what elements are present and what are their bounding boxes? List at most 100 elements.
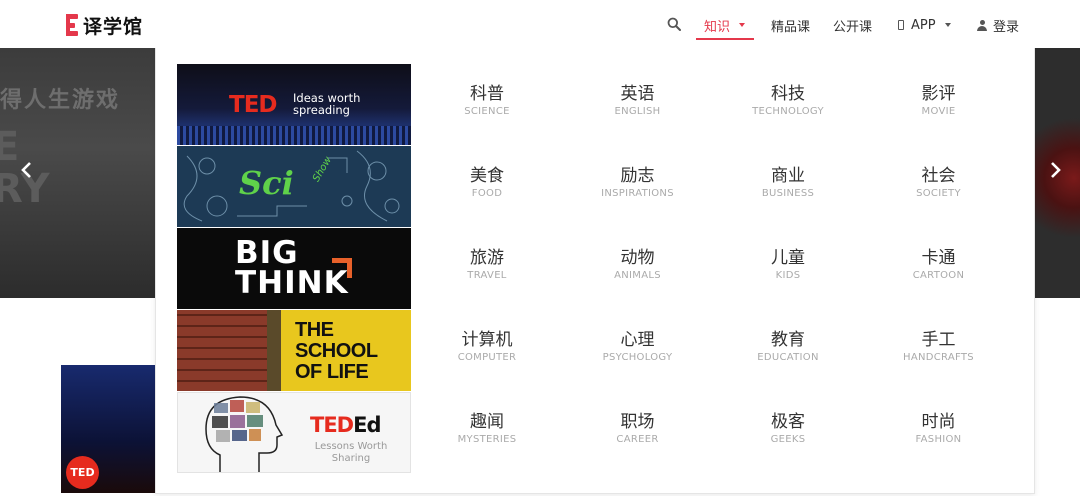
category-geeks[interactable]: 极客 GEEKS	[713, 392, 863, 474]
nav-item-login[interactable]: 登录	[977, 16, 1020, 35]
category-fashion[interactable]: 时尚 FASHION	[864, 392, 1014, 474]
category-name-en: EDUCATION	[757, 352, 819, 363]
category-name-en: HANDCRAFTS	[903, 352, 974, 363]
category-society[interactable]: 社会 SOCIETY	[864, 146, 1014, 228]
category-name-en: ENGLISH	[614, 106, 661, 117]
category-name-en: TECHNOLOGY	[752, 106, 824, 117]
school-of-life-logo: THE SCHOOL OF LIFE	[295, 319, 378, 383]
audience-image	[177, 126, 411, 145]
pole-image	[267, 310, 281, 391]
logo-mark-icon	[66, 14, 78, 36]
category-kids[interactable]: 儿童 KIDS	[713, 228, 863, 310]
category-psychology[interactable]: 心理 PSYCHOLOGY	[563, 310, 713, 392]
nav-item-label: APP	[911, 17, 936, 33]
category-name-en: KIDS	[775, 270, 801, 281]
carousel-slide-caption: 得人生游戏	[0, 88, 121, 113]
category-name-en: CARTOON	[912, 270, 965, 281]
channel-list: TED Ideas worth spreading Sci Show BIG T…	[177, 64, 411, 474]
category-name-zh: 商业	[771, 166, 805, 186]
category-mysteries[interactable]: 趣闻 MYSTERIES	[412, 392, 562, 474]
nav-item-label: 知识	[704, 19, 731, 35]
circuit-doodle-icon	[183, 150, 400, 222]
category-name-en: SOCIETY	[916, 188, 961, 199]
category-name-zh: 美食	[470, 166, 504, 186]
channel-bigthink[interactable]: BIG THINK	[177, 228, 411, 309]
nav-item-premium-courses[interactable]: 精品课	[771, 16, 811, 35]
brick-wall-image	[177, 310, 267, 391]
category-name-zh: 教育	[771, 330, 805, 350]
category-name-zh: 计算机	[461, 330, 513, 350]
knowledge-dropdown-menu: TED Ideas worth spreading Sci Show BIG T…	[155, 42, 1035, 494]
scishow-logo: Sci	[239, 164, 294, 202]
category-name-zh: 心理	[620, 330, 655, 350]
category-food[interactable]: 美食 FOOD	[412, 146, 562, 228]
category-name-en: BUSINESS	[761, 188, 815, 199]
ted-badge: TED	[66, 456, 99, 489]
nav-item-knowledge[interactable]: 知识	[704, 16, 746, 35]
category-technology[interactable]: 科技 TECHNOLOGY	[713, 64, 863, 146]
category-animals[interactable]: 动物 ANIMALS	[563, 228, 713, 310]
channel-ted[interactable]: TED Ideas worth spreading	[177, 64, 411, 145]
category-career[interactable]: 职场 CAREER	[563, 392, 713, 474]
nav-item-label: 公开课	[833, 19, 873, 35]
category-grid: 科普 SCIENCE 英语 ENGLISH 科技 TECHNOLOGY 影评 MOVIE 美食 F…	[412, 64, 1016, 474]
category-education[interactable]: 教育 EDUCATION	[713, 310, 863, 392]
category-movie[interactable]: 影评 MOVIE	[864, 64, 1014, 146]
category-name-zh: 手工	[921, 330, 956, 350]
category-english[interactable]: 英语 ENGLISH	[563, 64, 713, 146]
search-icon[interactable]	[667, 16, 681, 31]
category-name-en: FOOD	[471, 188, 503, 199]
category-computer[interactable]: 计算机 COMPUTER	[412, 310, 562, 392]
channel-ted-ed[interactable]: TEDEd Lessons Worth Sharing	[177, 392, 411, 473]
nav-item-open-courses[interactable]: 公开课	[833, 16, 873, 35]
category-travel[interactable]: 旅游 TRAVEL	[412, 228, 562, 310]
category-name-zh: 影评	[921, 84, 956, 104]
category-name-en: PSYCHOLOGY	[602, 352, 673, 363]
category-name-en: MOVIE	[921, 106, 956, 117]
category-business[interactable]: 商业 BUSINESS	[713, 146, 863, 228]
category-name-zh: 科技	[771, 84, 805, 104]
category-inspirations[interactable]: 励志 INSPIRATIONS	[563, 146, 713, 228]
channel-school-of-life[interactable]: THE SCHOOL OF LIFE	[177, 310, 411, 391]
site-logo[interactable]: 译学馆	[66, 13, 144, 38]
category-name-zh: 社会	[921, 166, 956, 186]
category-name-zh: 趣闻	[470, 412, 504, 432]
caret-down-icon	[944, 23, 951, 27]
category-name-zh: 时尚	[921, 412, 956, 432]
category-name-zh: 科普	[470, 84, 504, 104]
category-name-en: GEEKS	[770, 434, 806, 445]
category-name-en: INSPIRATIONS	[601, 188, 674, 199]
category-name-zh: 动物	[620, 248, 655, 268]
ted-ed-tagline: Lessons Worth Sharing	[314, 441, 388, 464]
category-cartoon[interactable]: 卡通 CARTOON	[864, 228, 1014, 310]
category-name-en: FASHION	[915, 434, 962, 445]
ted-tagline: Ideas worth spreading	[293, 91, 361, 117]
category-name-en: CAREER	[616, 434, 659, 445]
video-thumbnail[interactable]: TED	[61, 365, 155, 493]
caret-down-icon	[739, 23, 746, 27]
category-name-en: TRAVEL	[467, 270, 507, 281]
nav-item-app[interactable]: APP	[898, 16, 951, 34]
ted-ed-logo: TEDEd	[310, 413, 382, 437]
category-name-en: COMPUTER	[457, 352, 517, 363]
nav-item-label: 登录	[993, 19, 1020, 35]
nav-active-indicator	[696, 38, 754, 40]
category-name-zh: 儿童	[771, 248, 805, 268]
category-name-zh: 旅游	[470, 248, 504, 268]
arrow-corner-icon	[332, 258, 352, 278]
carousel-prev-button[interactable]	[19, 160, 33, 180]
category-name-en: MYSTERIES	[457, 434, 517, 445]
channel-scishow[interactable]: Sci Show	[177, 146, 411, 227]
carousel-next-button[interactable]	[1049, 160, 1063, 180]
category-name-en: SCIENCE	[464, 106, 510, 117]
category-name-zh: 励志	[620, 166, 655, 186]
head-profile-icon	[205, 396, 284, 472]
category-name-en: ANIMALS	[614, 270, 661, 281]
category-name-zh: 极客	[771, 412, 805, 432]
phone-icon	[898, 20, 904, 30]
site-header: 译学馆 知识 精品课 公开课 APP 登录	[0, 0, 1080, 48]
category-science[interactable]: 科普 SCIENCE	[412, 64, 562, 146]
category-handcrafts[interactable]: 手工 HANDCRAFTS	[864, 310, 1014, 392]
logo-text: 译学馆	[83, 15, 144, 38]
nav-item-label: 精品课	[771, 19, 811, 35]
